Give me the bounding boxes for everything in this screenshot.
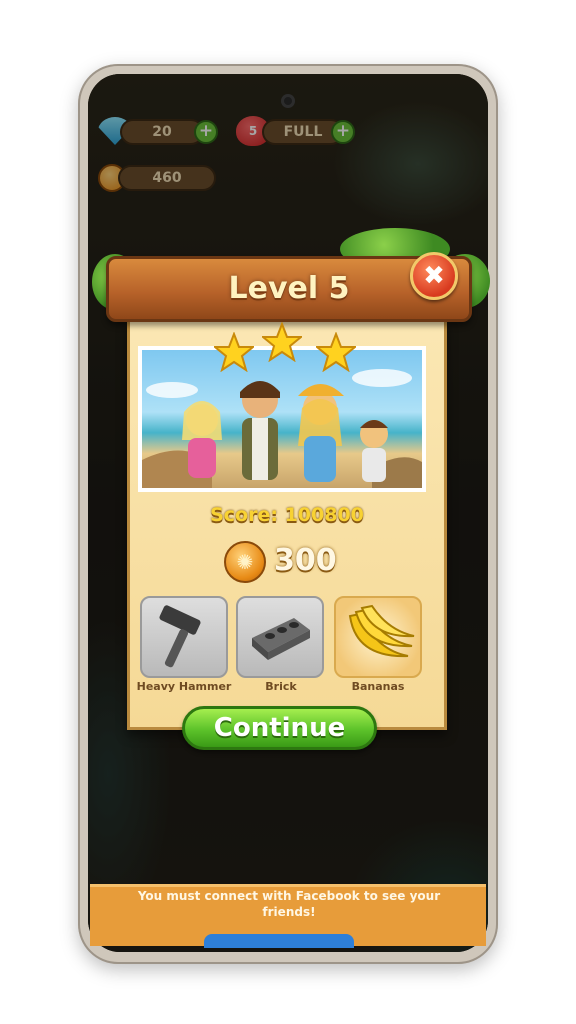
hammer-icon [159,605,201,668]
score-text: Score: 100800 [210,504,364,526]
family-illustration [142,369,422,488]
reward-label-brick: Brick [265,680,297,693]
close-button[interactable]: ✖ [410,252,458,300]
bananas-icon [348,604,415,658]
coin-reward-icon: ✺ [224,541,266,583]
star-icon-3 [316,332,356,372]
reward-heavy-hammer [140,596,228,678]
brick-icon [252,618,310,660]
star-icon-1 [214,332,254,372]
facebook-connect-message: You must connect with Facebook to see yo… [137,889,441,919]
continue-button[interactable]: Continue [182,706,377,750]
close-icon: ✖ [423,261,445,291]
coin-reward-value: 300 [274,543,337,578]
star-icon-2 [262,322,302,362]
victory-picture [138,346,426,492]
reward-brick [236,596,324,678]
reward-bananas [334,596,422,678]
reward-label-bananas: Bananas [351,680,405,693]
facebook-connect-button[interactable] [204,934,354,948]
reward-label-heavy-hammer: Heavy Hammer [136,680,232,693]
